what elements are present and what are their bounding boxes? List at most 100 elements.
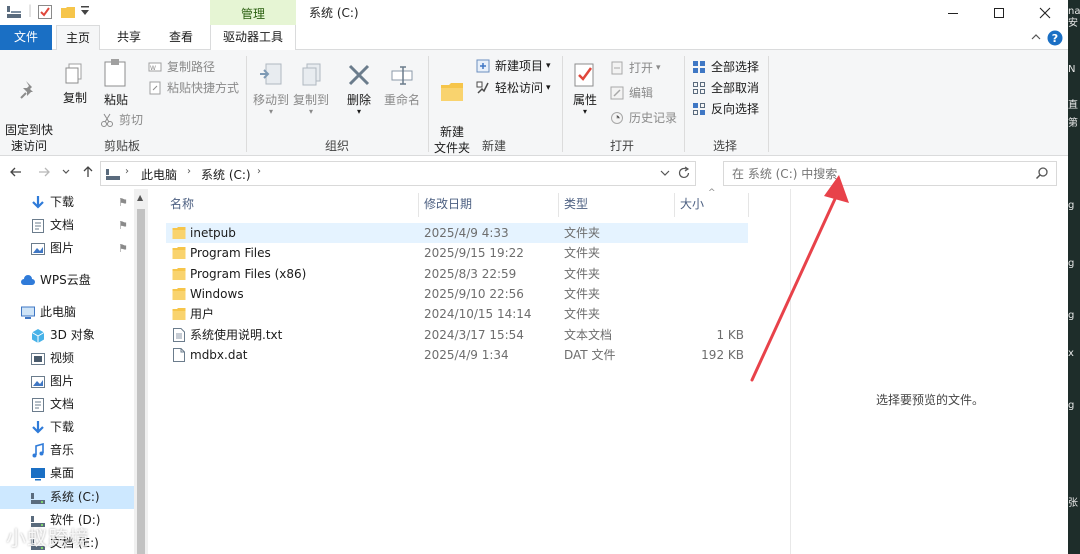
file-row[interactable]: mdbx.dat 2025/4/9 1:34 DAT 文件 192 KB bbox=[166, 345, 748, 365]
delete-button[interactable]: 删除 ▾ bbox=[340, 62, 378, 116]
sidebar-item[interactable]: 音乐 bbox=[0, 439, 134, 462]
select-none-icon bbox=[693, 82, 705, 94]
file-row[interactable]: Windows 2025/9/10 22:56 文件夹 bbox=[166, 284, 748, 304]
scroll-up-icon[interactable]: ▲ bbox=[137, 193, 143, 202]
new-folder-qat-icon[interactable] bbox=[60, 4, 76, 20]
sidebar-item[interactable]: 文档 ⚑ bbox=[0, 214, 134, 237]
help-icon[interactable]: ? bbox=[1047, 30, 1063, 49]
file-row[interactable]: inetpub 2025/4/9 4:33 文件夹 bbox=[166, 223, 748, 243]
tab-file[interactable]: 文件 bbox=[0, 25, 52, 50]
copy-button[interactable]: 复制 bbox=[58, 62, 92, 106]
scissors-icon bbox=[101, 113, 113, 127]
sidebar-item[interactable]: 下载 ⚑ bbox=[0, 191, 134, 214]
copy-path-icon: W bbox=[148, 62, 162, 72]
file-date: 2025/9/15 19:22 bbox=[424, 246, 524, 261]
desktop-fragment: 第 bbox=[1068, 118, 1078, 129]
sidebar-item[interactable]: 视频 bbox=[0, 347, 134, 370]
column-header-type[interactable]: 类型 bbox=[564, 189, 588, 219]
breadcrumb-drive-c[interactable]: 系统 (C:) bbox=[201, 166, 251, 183]
column-divider[interactable] bbox=[558, 193, 559, 217]
address-bar[interactable]: › 此电脑 › 系统 (C:) › bbox=[100, 161, 696, 186]
properties-button[interactable]: 属性 ▾ bbox=[566, 62, 604, 116]
file-type: 文件夹 bbox=[564, 246, 601, 261]
copy-to-icon bbox=[302, 63, 321, 86]
forward-button[interactable] bbox=[36, 165, 52, 181]
desktop-fragment: g bbox=[1068, 200, 1075, 211]
sidebar-item[interactable]: 文档 bbox=[0, 393, 134, 416]
nav-scrollbar[interactable]: ▲ bbox=[134, 189, 148, 554]
column-divider[interactable] bbox=[418, 193, 419, 217]
drive-app-icon[interactable] bbox=[6, 4, 22, 20]
sidebar-item[interactable]: 3D 对象 bbox=[0, 324, 134, 347]
tab-home[interactable]: 主页 bbox=[56, 25, 100, 51]
sidebar-item[interactable]: 图片 ⚑ bbox=[0, 237, 134, 260]
column-header-size[interactable]: 大小 bbox=[680, 189, 704, 219]
maximize-button[interactable] bbox=[976, 0, 1022, 25]
tab-share[interactable]: 共享 bbox=[106, 25, 152, 50]
sidebar-item[interactable]: 桌面 bbox=[0, 462, 134, 485]
nav-scrollbar-thumb[interactable] bbox=[137, 209, 145, 554]
sidebar-item[interactable]: WPS云盘 bbox=[0, 269, 134, 292]
breadcrumb-separator[interactable]: › bbox=[125, 166, 129, 177]
column-header-date[interactable]: 修改日期 bbox=[424, 189, 472, 219]
file-date: 2025/8/3 22:59 bbox=[424, 266, 517, 281]
search-icon[interactable] bbox=[1035, 166, 1049, 183]
search-input[interactable] bbox=[732, 166, 1022, 182]
file-size: 1 KB bbox=[716, 327, 744, 342]
move-to-button[interactable]: 移动到 ▾ bbox=[252, 62, 290, 116]
file-row[interactable]: 用户 2024/10/15 14:14 文件夹 bbox=[166, 304, 748, 324]
paste-button[interactable]: 粘贴 bbox=[98, 58, 134, 108]
file-row[interactable]: 系统使用说明.txt 2024/3/17 15:54 文本文档 1 KB bbox=[166, 325, 748, 345]
easy-access-label: 轻松访问 bbox=[495, 81, 544, 95]
refresh-icon[interactable] bbox=[677, 166, 691, 183]
sidebar-item-label: 文档 bbox=[50, 397, 75, 411]
rename-label: 重命名 bbox=[383, 93, 420, 107]
search-box[interactable] bbox=[723, 161, 1057, 186]
ribbon-home: 固定到快 速访问 复制 粘贴 W 复制路径 粘贴快捷方式 剪切 剪贴板 移动到 … bbox=[0, 50, 1068, 156]
paste-icon bbox=[104, 59, 126, 87]
file-type: 文本文档 bbox=[564, 327, 613, 342]
file-name: mdbx.dat bbox=[190, 347, 248, 362]
back-button[interactable] bbox=[8, 165, 24, 181]
file-name: Program Files bbox=[190, 246, 271, 261]
column-divider[interactable] bbox=[674, 193, 675, 217]
recent-locations-button[interactable] bbox=[60, 165, 72, 181]
tab-view[interactable]: 查看 bbox=[158, 25, 204, 50]
ribbon-tab-row: 文件 主页 共享 查看 驱动器工具 ? bbox=[0, 25, 1068, 51]
pinned-icon[interactable]: ⚑ bbox=[118, 237, 128, 260]
breadcrumb-separator[interactable]: › bbox=[257, 166, 261, 177]
minimize-button[interactable] bbox=[930, 0, 976, 25]
sort-ascending-icon: ^ bbox=[708, 188, 716, 198]
pinned-icon[interactable]: ⚑ bbox=[118, 191, 128, 214]
file-row[interactable]: Program Files 2025/9/15 19:22 文件夹 bbox=[166, 243, 748, 263]
properties-check-icon[interactable] bbox=[37, 4, 53, 20]
move-to-icon bbox=[260, 63, 282, 85]
file-name: 用户 bbox=[190, 307, 215, 322]
breadcrumb-this-pc[interactable]: 此电脑 bbox=[141, 166, 177, 183]
sidebar-item[interactable]: 系统 (C:) bbox=[0, 486, 134, 509]
customize-qat-icon[interactable] bbox=[80, 5, 90, 21]
sidebar-item[interactable]: 下载 bbox=[0, 416, 134, 439]
column-divider[interactable] bbox=[748, 193, 749, 217]
collapse-ribbon-icon[interactable] bbox=[1030, 31, 1042, 46]
file-name: Windows bbox=[190, 286, 244, 301]
pinned-icon[interactable]: ⚑ bbox=[118, 214, 128, 237]
sidebar-item[interactable]: 图片 bbox=[0, 370, 134, 393]
tab-drive-tools[interactable]: 驱动器工具 bbox=[210, 25, 296, 50]
breadcrumb-separator[interactable]: › bbox=[187, 166, 191, 177]
up-button[interactable] bbox=[80, 165, 96, 181]
sidebar-item[interactable]: 此电脑 bbox=[0, 301, 134, 324]
copy-to-button[interactable]: 复制到 ▾ bbox=[292, 62, 330, 116]
file-explorer-window: | 管理 系统 (C:) 文件 主页 共享 查看 驱动器工具 ? 固定到快 速访… bbox=[0, 0, 1068, 554]
address-dropdown-icon[interactable] bbox=[659, 167, 671, 182]
file-type: 文件夹 bbox=[564, 286, 601, 301]
sidebar-item-label: 下载 bbox=[50, 420, 75, 434]
file-icon bbox=[172, 347, 186, 369]
rename-button[interactable]: 重命名 bbox=[380, 62, 424, 108]
column-header-name[interactable]: 名称 bbox=[170, 189, 194, 219]
close-button[interactable] bbox=[1022, 0, 1068, 25]
new-item-icon bbox=[476, 59, 490, 73]
file-row[interactable]: Program Files (x86) 2025/8/3 22:59 文件夹 bbox=[166, 264, 748, 284]
new-folder-icon bbox=[441, 83, 463, 101]
copy-path-label: 复制路径 bbox=[167, 60, 216, 74]
